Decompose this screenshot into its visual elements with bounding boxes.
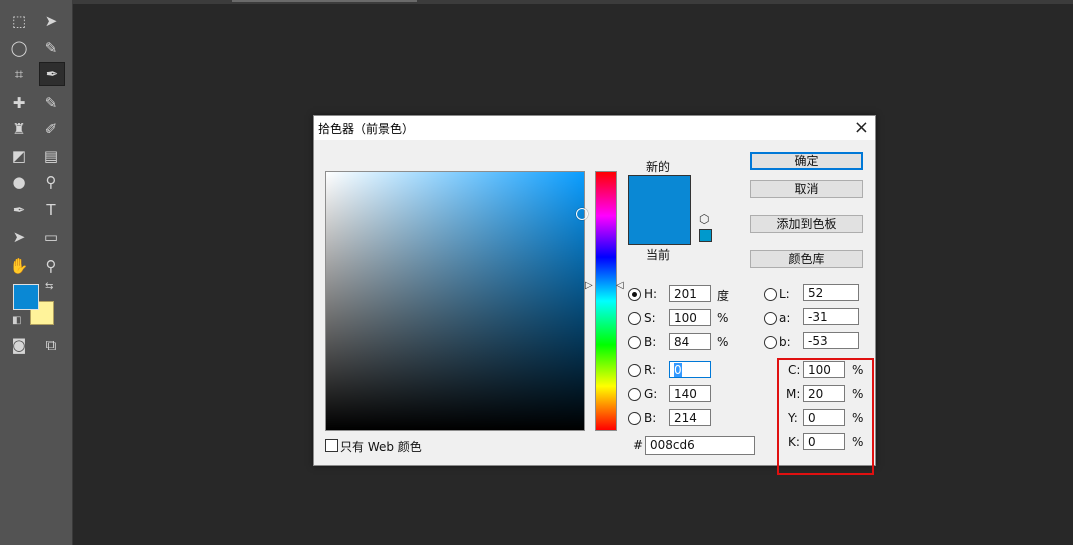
web-colors-only-checkbox[interactable] [325,439,338,452]
screen-mode-icon[interactable]: ⧉ [40,334,62,356]
dialog-title: 拾色器（前景色） [318,122,415,136]
path-select-icon[interactable]: ➤ [8,226,30,248]
lab-l-input[interactable]: 52 [803,284,859,301]
saturation-brightness-field[interactable] [325,171,588,431]
marquee-icon[interactable]: ⬚ [8,10,30,32]
gradient-icon[interactable]: ▤ [40,145,62,167]
lab-l-radio[interactable] [764,288,777,301]
type-icon[interactable]: T [40,199,62,221]
brightness-unit: % [717,335,729,349]
saturation-label: S: [644,311,656,325]
hue-radio[interactable] [628,288,641,301]
lab-b-label: b: [779,335,791,349]
dodge-icon[interactable]: ⚲ [40,171,62,193]
web-colors-only-label: 只有 Web 颜色 [340,440,422,454]
hue-input[interactable]: 201 [669,285,711,302]
swap-colors-icon[interactable]: ⇆ [45,281,53,292]
lab-a-radio[interactable] [764,312,777,325]
crop-icon[interactable]: ⌗ [8,63,30,85]
pen-icon[interactable]: ✒ [8,199,30,221]
green-radio[interactable] [628,388,641,401]
cancel-button[interactable]: 取消 [750,180,863,198]
green-input[interactable]: 140 [669,385,711,402]
saturation-radio[interactable] [628,312,641,325]
red-radio[interactable] [628,364,641,377]
red-input-value: 0 [674,363,682,377]
lab-b-radio[interactable] [764,336,777,349]
clone-stamp-icon[interactable]: ♜ [8,118,30,140]
out-of-gamut-cube-icon[interactable]: ⬡ [699,212,709,226]
close-icon[interactable]: × [854,117,869,139]
eyedropper-icon[interactable]: ✒ [39,62,65,86]
blue-radio[interactable] [628,412,641,425]
web-safe-color-swatch[interactable] [699,229,712,242]
lab-b-input[interactable]: -53 [803,332,859,349]
hand-icon[interactable]: ✋ [8,255,30,277]
red-input[interactable]: 0 [669,361,711,378]
hue-slider-right-arrow-icon[interactable]: ◁ [616,280,624,291]
hue-label: H: [644,287,658,301]
brightness-radio[interactable] [628,336,641,349]
tools-panel: ⬚ ➤ ◯ ✎ ⌗ ✒ ✚ ✎ ♜ ✐ ◩ ▤ ● ⚲ ✒ T ➤ ▭ ✋ ⚲ … [0,0,73,545]
color-libraries-button[interactable]: 颜色库 [750,250,863,268]
dialog-titlebar: 拾色器（前景色） × [314,116,875,140]
blue-input[interactable]: 214 [669,409,711,426]
history-brush-icon[interactable]: ✐ [40,118,62,140]
current-label: 当前 [646,248,671,262]
saturation-unit: % [717,311,729,325]
zoom-icon[interactable]: ⚲ [40,255,62,277]
new-label: 新的 [646,160,671,174]
brightness-input[interactable]: 84 [669,333,711,350]
quick-select-icon[interactable]: ✎ [40,37,62,59]
color-picker-ring[interactable] [576,208,588,220]
blur-icon[interactable]: ● [8,171,30,193]
healing-brush-icon[interactable]: ✚ [8,92,30,114]
new-color-preview [628,175,691,245]
lab-a-input[interactable]: -31 [803,308,859,325]
lab-l-label: L: [779,287,790,301]
hex-input[interactable]: 008cd6 [645,436,755,455]
default-colors-icon[interactable]: ◧ [12,315,21,326]
hue-slider[interactable] [595,171,617,431]
green-label: G: [644,387,658,401]
red-label: R: [644,363,657,377]
cmyk-highlight-box [777,358,874,475]
quick-mask-icon[interactable]: ◙ [8,334,30,356]
add-to-swatches-button[interactable]: 添加到色板 [750,215,863,233]
options-bar-edge [72,0,1073,4]
ok-button[interactable]: 确定 [750,152,863,170]
saturation-input[interactable]: 100 [669,309,711,326]
move-icon[interactable]: ➤ [40,10,62,32]
blue-label: B: [644,411,657,425]
rectangle-shape-icon[interactable]: ▭ [40,226,62,248]
eraser-icon[interactable]: ◩ [8,145,30,167]
lab-a-label: a: [779,311,791,325]
hex-prefix: # [633,438,644,452]
brightness-label: B: [644,335,657,349]
hue-unit: 度 [717,289,730,303]
lasso-icon[interactable]: ◯ [8,37,30,59]
foreground-color-swatch[interactable] [13,284,39,310]
brush-icon[interactable]: ✎ [40,92,62,114]
hue-slider-left-arrow-icon[interactable]: ▷ [585,280,593,291]
